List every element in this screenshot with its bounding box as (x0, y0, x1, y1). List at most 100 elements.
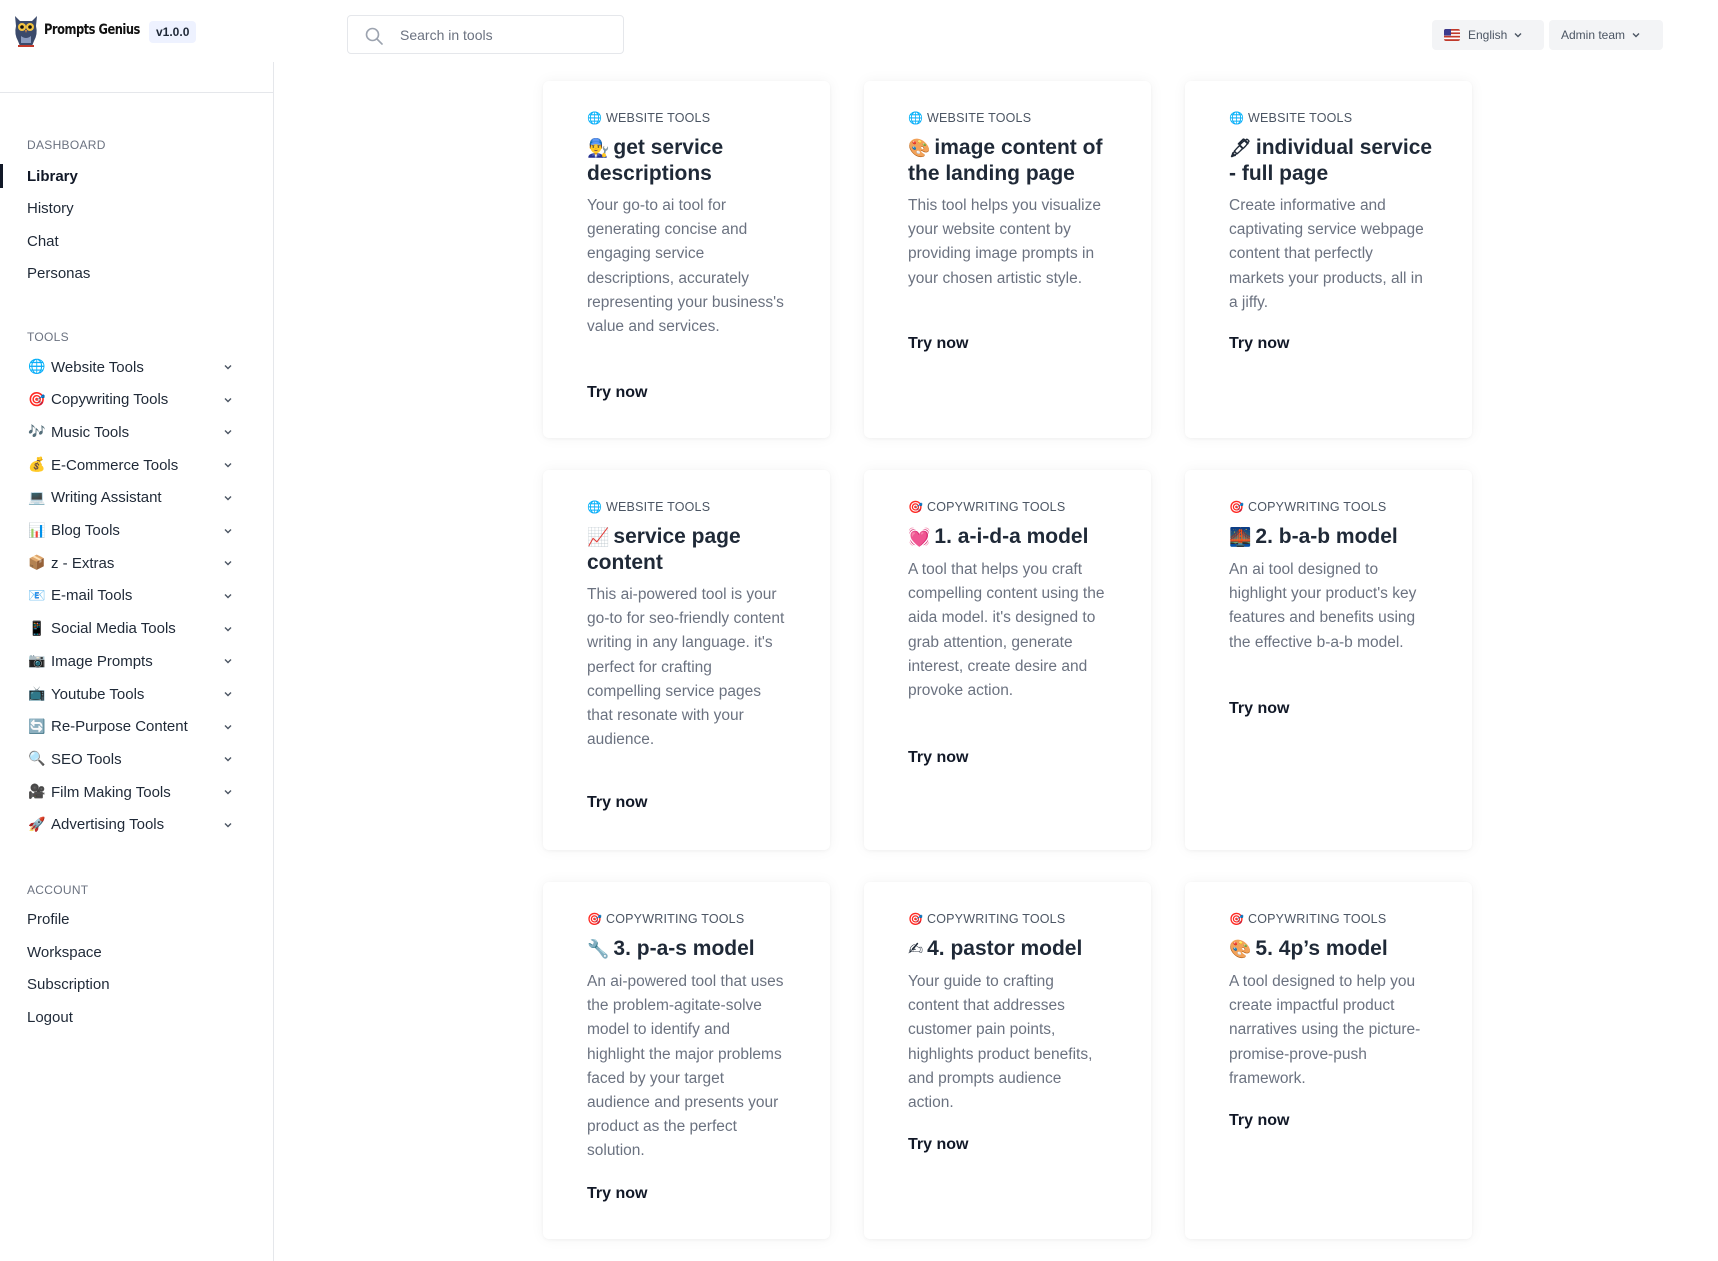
tool-category-icon: 🚀 (28, 816, 46, 833)
chevron-down-icon[interactable] (223, 427, 233, 437)
chevron-down-icon[interactable] (223, 395, 233, 405)
card-category-label: WEBSITE TOOLS (927, 111, 1032, 125)
search-input[interactable] (400, 16, 615, 53)
card-title[interactable]: 💓 1. a-i-d-a model (908, 524, 1123, 550)
card-description: An ai-powered tool that uses the problem… (587, 973, 784, 1160)
chevron-down-icon[interactable] (223, 787, 233, 797)
sidebar-tool-13[interactable]: 🎥 Film Making Tools (27, 779, 241, 805)
card-title[interactable]: 🔧 3. p-a-s model (587, 936, 802, 962)
search-icon (365, 27, 383, 45)
card-title[interactable]: 👨‍🔧 get service descriptions (587, 135, 802, 186)
tool-card[interactable]: 🎯 COPYWRITING TOOLS 🌉 2. b-a-b model An ai t… (1185, 470, 1472, 850)
tool-card[interactable]: 🎯 COPYWRITING TOOLS 💓 1. a-i-d-a model A too… (864, 470, 1151, 850)
chevron-down-icon[interactable] (223, 656, 233, 666)
chevron-down-icon[interactable] (223, 820, 233, 830)
sidebar-item-personas[interactable]: Personas (27, 261, 247, 285)
chevron-down-icon (1514, 33, 1522, 38)
sidebar-tool-label: Social Media Tools (51, 620, 176, 638)
owl-logo-icon (15, 16, 37, 47)
sidebar-tool-9[interactable]: 📷 Image Prompts (27, 648, 241, 674)
card-title[interactable]: 🎨 5. 4p’s model (1229, 936, 1444, 962)
version-badge: v1.0.0 (149, 21, 197, 43)
category-icon: 🎯 (908, 500, 924, 514)
card-category: 🎯 COPYWRITING TOOLS (908, 912, 1065, 926)
try-now-link[interactable]: Try now (587, 794, 647, 812)
try-now-link[interactable]: Try now (908, 335, 968, 353)
sidebar-item-workspace[interactable]: Workspace (27, 940, 247, 964)
try-now-link[interactable]: Try now (587, 384, 647, 402)
team-selector[interactable]: Admin team (1549, 20, 1663, 50)
try-now-link[interactable]: Try now (587, 1185, 647, 1203)
chevron-down-icon[interactable] (223, 493, 233, 503)
card-category: 🎯 COPYWRITING TOOLS (1229, 500, 1386, 514)
chevron-down-icon[interactable] (223, 624, 233, 634)
search-box[interactable] (347, 15, 624, 54)
sidebar-tool-label: Copywriting Tools (51, 391, 169, 409)
sidebar-tool-5[interactable]: 📊 Blog Tools (27, 518, 241, 544)
chevron-down-icon[interactable] (223, 362, 233, 372)
card-title[interactable]: 📈 service page content (587, 524, 802, 575)
sidebar-tool-3[interactable]: 💰 E-Commerce Tools (27, 452, 241, 478)
card-description: Your guide to crafting content that addr… (908, 973, 1093, 1112)
try-now-link[interactable]: Try now (908, 749, 968, 767)
sidebar-item-library[interactable]: Library (27, 164, 247, 188)
sidebar-tool-1[interactable]: 🎯 Copywriting Tools (27, 387, 241, 413)
tool-card[interactable]: 🎯 COPYWRITING TOOLS 🔧 3. p-a-s model An ai-p… (543, 882, 830, 1239)
tool-card[interactable]: 🎯 COPYWRITING TOOLS ✍ 4. pastor model Your g… (864, 882, 1151, 1239)
sidebar-tool-7[interactable]: 📧 E-mail Tools (27, 583, 241, 609)
chevron-down-icon[interactable] (223, 722, 233, 732)
card-category: 🎯 COPYWRITING TOOLS (587, 912, 744, 926)
tool-category-icon: 📺 (28, 686, 46, 702)
card-description: This tool helps you visualize your websi… (908, 197, 1101, 287)
sidebar-tool-8[interactable]: 📱 Social Media Tools (27, 616, 241, 642)
chevron-down-icon[interactable] (223, 460, 233, 470)
card-title[interactable]: 🎨 image content of the landing page (908, 135, 1123, 186)
sidebar-tool-4[interactable]: 💻 Writing Assistant (27, 485, 241, 511)
brand-logo[interactable]: Prompts Genius (12, 12, 161, 48)
sidebar-tool-10[interactable]: 📺 Youtube Tools (27, 681, 241, 707)
dashboard-section-title: DASHBOARD (27, 138, 106, 152)
sidebar-item-profile[interactable]: Profile (27, 907, 247, 931)
sidebar-item-logout[interactable]: Logout (27, 1005, 247, 1029)
tool-card[interactable]: 🎯 COPYWRITING TOOLS 🎨 5. 4p’s model A tool d… (1185, 882, 1472, 1239)
chevron-down-icon[interactable] (223, 754, 233, 764)
chevron-down-icon[interactable] (223, 526, 233, 536)
tool-card[interactable]: 🌐 WEBSITE TOOLS 🎨 image content of the land… (864, 81, 1151, 438)
tools-section-title: TOOLS (27, 330, 69, 344)
try-now-link[interactable]: Try now (1229, 700, 1289, 718)
tool-card[interactable]: 🌐 WEBSITE TOOLS 📈 service page content This … (543, 470, 830, 850)
chevron-down-icon[interactable] (223, 689, 233, 699)
card-title-text: service page content (587, 525, 741, 574)
top-header: Prompts Genius v1.0.0 English Admin team (0, 0, 1718, 62)
card-category: 🌐 WEBSITE TOOLS (1229, 111, 1352, 125)
tool-category-icon: 🎯 (28, 391, 46, 408)
tool-card[interactable]: 🌐 WEBSITE TOOLS 👨‍🔧 get service description… (543, 81, 830, 438)
tool-category-icon: 💰 (28, 457, 46, 474)
card-title[interactable]: 🌉 2. b-a-b model (1229, 524, 1444, 550)
sidebar-tool-14[interactable]: 🚀 Advertising Tools (27, 812, 241, 838)
chevron-down-icon[interactable] (223, 558, 233, 568)
card-title[interactable]: ✍ 4. pastor model (908, 936, 1123, 962)
tool-category-icon: 📦 (28, 555, 46, 572)
sidebar-tool-12[interactable]: 🔍 SEO Tools (27, 746, 241, 772)
try-now-link[interactable]: Try now (1229, 1112, 1289, 1130)
sidebar-item-subscription[interactable]: Subscription (27, 972, 247, 996)
sidebar-tool-6[interactable]: 📦 z - Extras (27, 550, 241, 576)
tool-category-icon: 🎶 (28, 424, 46, 441)
card-category-label: COPYWRITING TOOLS (927, 912, 1066, 926)
language-selector[interactable]: English (1432, 20, 1544, 50)
card-category: 🌐 WEBSITE TOOLS (587, 111, 710, 125)
tool-card[interactable]: 🌐 WEBSITE TOOLS 🖋 individual service - full… (1185, 81, 1472, 438)
sidebar-tool-11[interactable]: 🔄 Re-Purpose Content (27, 714, 241, 740)
sidebar-item-chat[interactable]: Chat (27, 229, 247, 253)
chevron-down-icon[interactable] (223, 591, 233, 601)
sidebar-tool-0[interactable]: 🌐 Website Tools (27, 354, 241, 380)
tool-category-icon: 📧 (28, 587, 46, 604)
sidebar-tool-2[interactable]: 🎶 Music Tools (27, 419, 241, 445)
category-icon: 🎯 (587, 912, 603, 926)
card-category: 🎯 COPYWRITING TOOLS (1229, 912, 1386, 926)
card-title[interactable]: 🖋 individual service - full page (1229, 135, 1444, 186)
try-now-link[interactable]: Try now (908, 1136, 968, 1154)
try-now-link[interactable]: Try now (1229, 335, 1289, 353)
sidebar-item-history[interactable]: History (27, 196, 247, 220)
